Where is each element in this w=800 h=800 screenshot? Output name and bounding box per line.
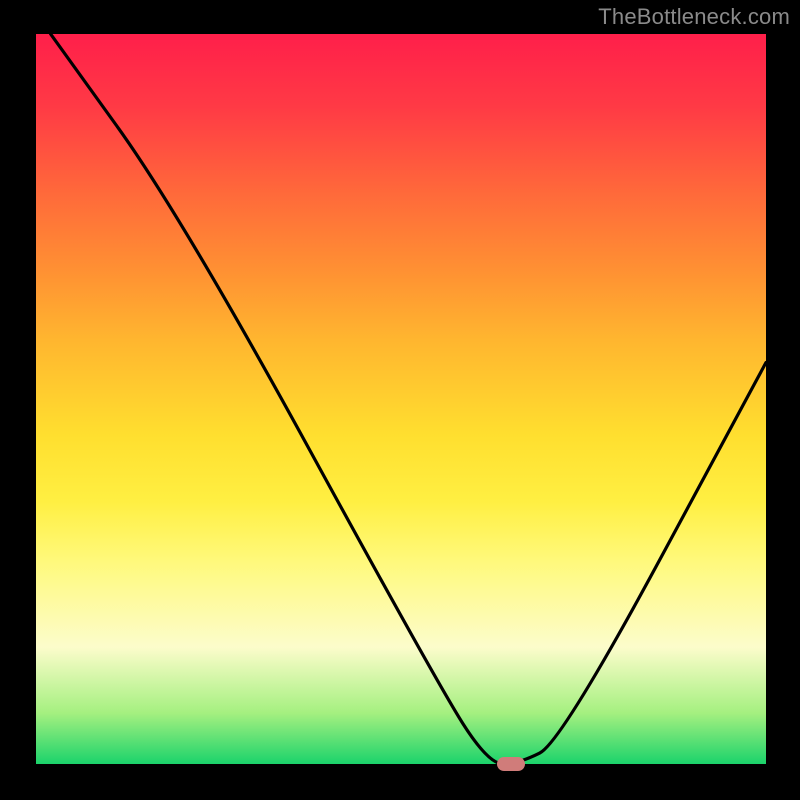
curve-svg: [36, 34, 766, 764]
attribution-text: TheBottleneck.com: [598, 4, 790, 30]
chart-frame: TheBottleneck.com: [0, 0, 800, 800]
optimal-marker: [497, 757, 525, 771]
bottleneck-curve-path: [51, 34, 766, 764]
plot-area: [36, 34, 766, 764]
